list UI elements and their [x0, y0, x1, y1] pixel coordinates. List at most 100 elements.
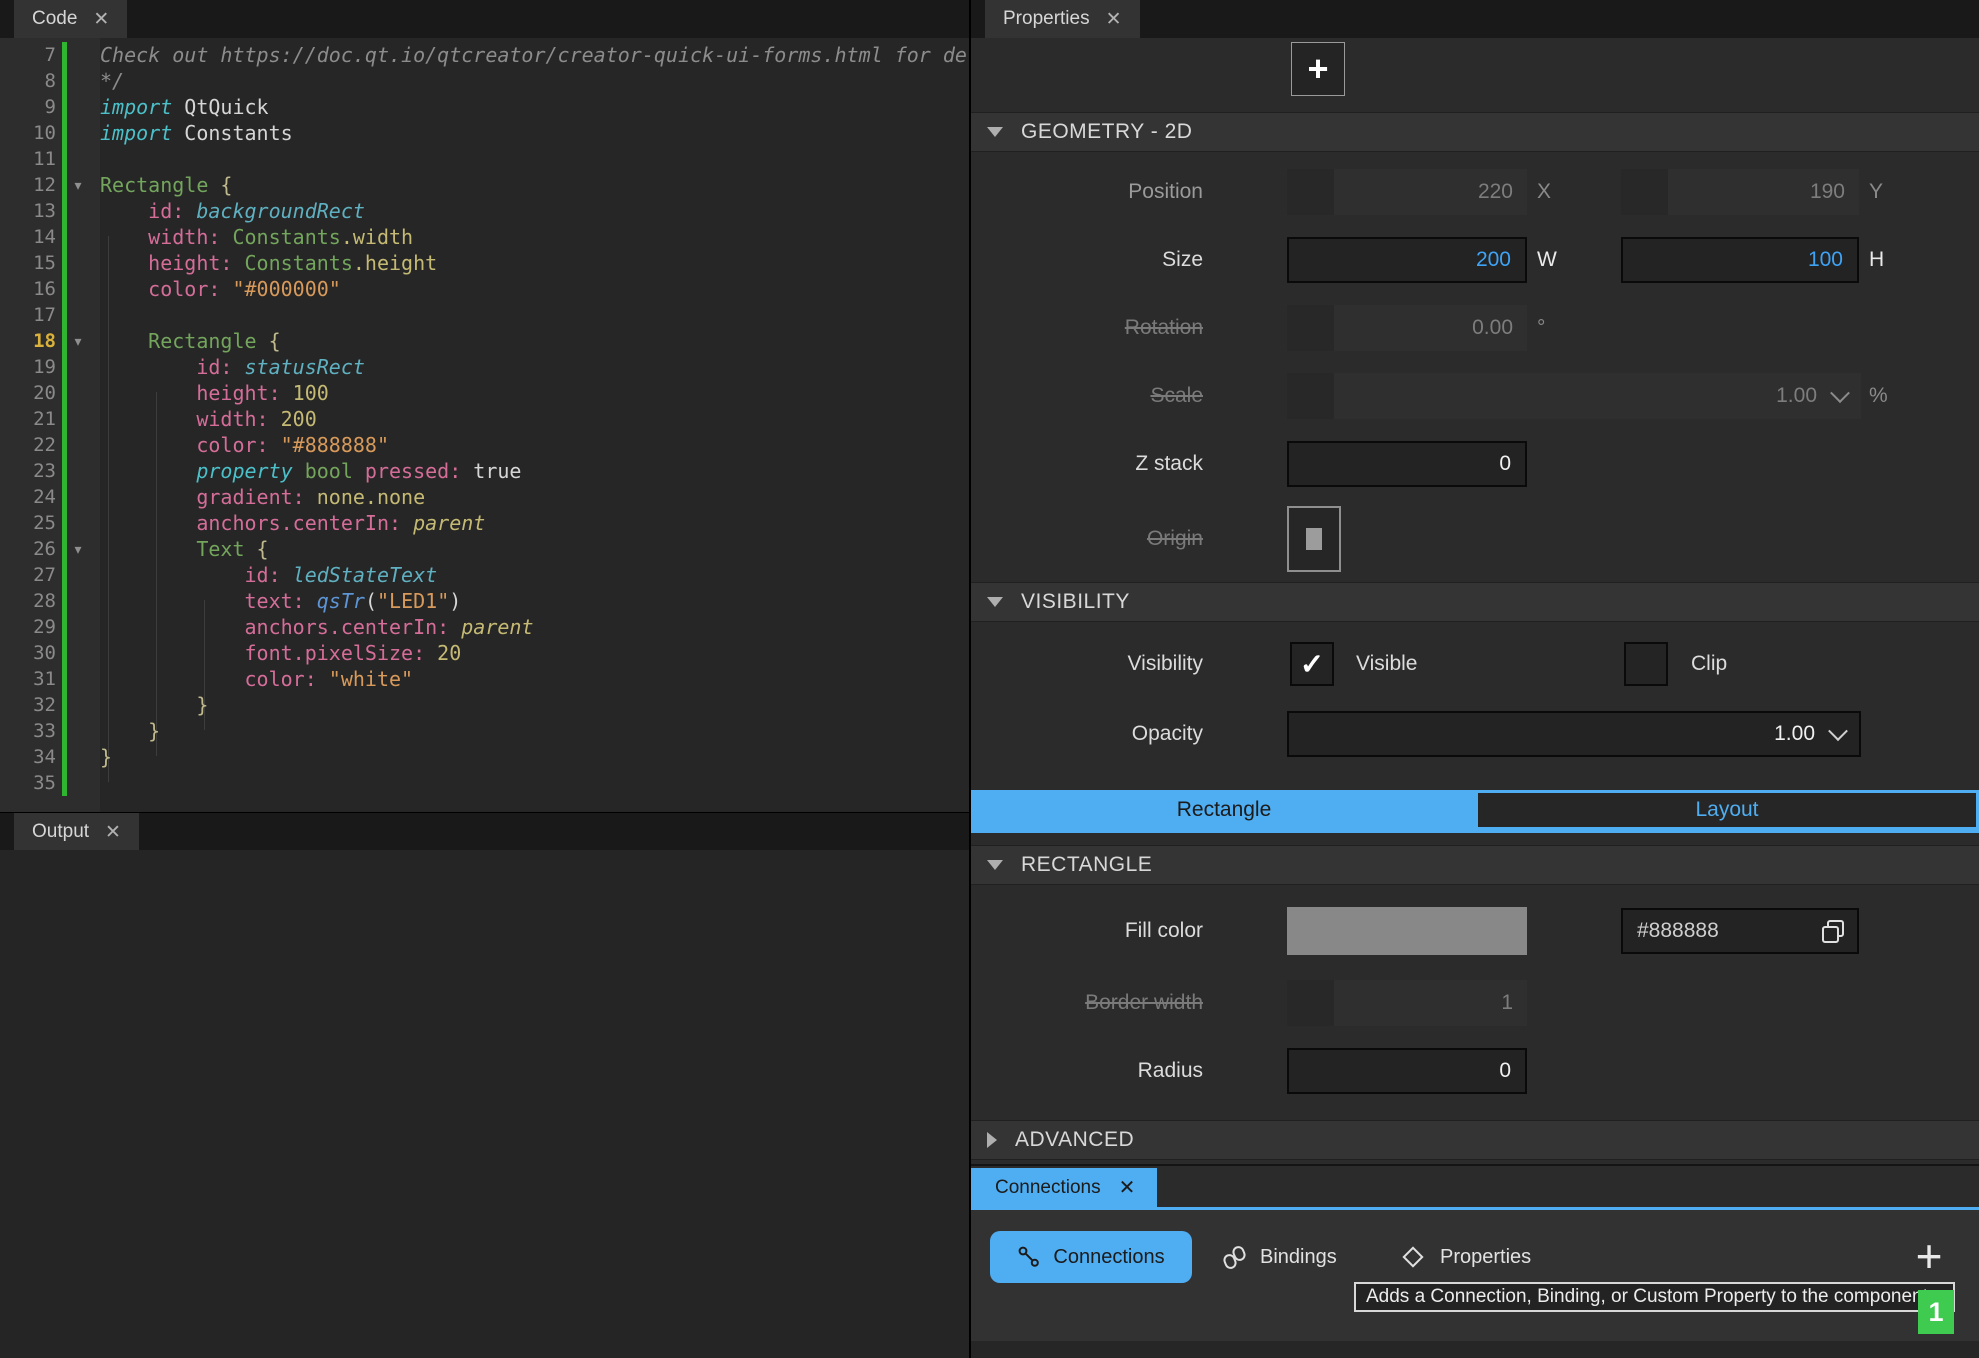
code-line[interactable]: 26▾ Text {	[0, 536, 969, 562]
rotation-field[interactable]: 0.00	[1287, 305, 1527, 351]
add-connection-button[interactable]: +	[1907, 1234, 1951, 1278]
line-number[interactable]: 27	[0, 564, 56, 586]
line-number[interactable]: 11	[0, 148, 56, 170]
tab-rectangle[interactable]: Rectangle	[971, 790, 1477, 830]
line-number[interactable]: 7	[0, 44, 56, 66]
properties-button[interactable]: Properties	[1398, 1231, 1531, 1283]
position-y-field[interactable]: 190	[1621, 169, 1859, 215]
connection-icon	[1017, 1245, 1041, 1269]
line-number[interactable]: 35	[0, 772, 56, 794]
origin-selector-button[interactable]	[1287, 506, 1341, 572]
fold-marker-icon[interactable]: ▾	[56, 172, 100, 198]
close-icon[interactable]: ✕	[105, 821, 121, 844]
visible-checkbox[interactable]: ✓	[1290, 642, 1334, 686]
code-line[interactable]: 11	[0, 146, 969, 172]
connections-button[interactable]: Connections	[990, 1231, 1192, 1283]
close-icon[interactable]: ✕	[93, 8, 109, 31]
code-line[interactable]: 15 height: Constants.height	[0, 250, 969, 276]
line-number[interactable]: 28	[0, 590, 56, 612]
line-number[interactable]: 17	[0, 304, 56, 326]
size-height-field[interactable]: 100	[1621, 237, 1859, 283]
code-line[interactable]: 13 id: backgroundRect	[0, 198, 969, 224]
section-header-advanced[interactable]: ADVANCED	[971, 1120, 1979, 1160]
code-line[interactable]: 9import QtQuick	[0, 94, 969, 120]
position-x-field[interactable]: 220	[1287, 169, 1527, 215]
tab-connections[interactable]: Connections ✕	[971, 1168, 1157, 1207]
chevron-down-icon[interactable]	[1828, 721, 1848, 741]
code-line[interactable]: 32 }	[0, 692, 969, 718]
line-number[interactable]: 10	[0, 122, 56, 144]
section-header-visibility[interactable]: VISIBILITY	[971, 582, 1979, 622]
radius-field[interactable]: 0	[1287, 1048, 1527, 1094]
copy-icon[interactable]	[1821, 919, 1845, 943]
size-width-field[interactable]: 200	[1287, 237, 1527, 283]
close-icon[interactable]: ✕	[1106, 8, 1122, 31]
line-number[interactable]: 32	[0, 694, 56, 716]
line-number[interactable]: 24	[0, 486, 56, 508]
code-line[interactable]: 30 font.pixelSize: 20	[0, 640, 969, 666]
line-number[interactable]: 19	[0, 356, 56, 378]
line-number[interactable]: 12	[0, 174, 56, 196]
code-line[interactable]: 31 color: "white"	[0, 666, 969, 692]
fill-color-hex-field[interactable]: #888888	[1621, 908, 1859, 954]
line-number[interactable]: 25	[0, 512, 56, 534]
code-line[interactable]: 35	[0, 770, 969, 796]
line-number[interactable]: 22	[0, 434, 56, 456]
tab-properties[interactable]: Properties ✕	[985, 0, 1140, 38]
add-property-button[interactable]: +	[1291, 42, 1345, 96]
code-line[interactable]: 28 text: qsTr("LED1")	[0, 588, 969, 614]
close-icon[interactable]: ✕	[1119, 1175, 1136, 1200]
clip-checkbox[interactable]	[1624, 642, 1668, 686]
tab-code[interactable]: Code ✕	[14, 0, 127, 38]
code-line[interactable]: 22 color: "#888888"	[0, 432, 969, 458]
code-line[interactable]: 24 gradient: none.none	[0, 484, 969, 510]
border-width-field[interactable]: 1	[1287, 980, 1527, 1026]
line-number[interactable]: 15	[0, 252, 56, 274]
line-number[interactable]: 34	[0, 746, 56, 768]
code-line[interactable]: 19 id: statusRect	[0, 354, 969, 380]
section-header-geometry[interactable]: GEOMETRY - 2D	[971, 112, 1979, 152]
code-line[interactable]: 25 anchors.centerIn: parent	[0, 510, 969, 536]
line-number[interactable]: 9	[0, 96, 56, 118]
code-line[interactable]: 33 }	[0, 718, 969, 744]
tab-output[interactable]: Output ✕	[14, 813, 139, 851]
line-number[interactable]: 29	[0, 616, 56, 638]
line-number[interactable]: 33	[0, 720, 56, 742]
code-line[interactable]: 21 width: 200	[0, 406, 969, 432]
scale-field[interactable]: 1.00	[1287, 373, 1861, 419]
code-line[interactable]: 34}	[0, 744, 969, 770]
code-line[interactable]: 16 color: "#000000"	[0, 276, 969, 302]
line-number[interactable]: 26	[0, 538, 56, 560]
tab-layout[interactable]: Layout	[1478, 793, 1976, 827]
line-number[interactable]: 8	[0, 70, 56, 92]
fold-marker-icon[interactable]: ▾	[56, 536, 100, 562]
code-line[interactable]: 10import Constants	[0, 120, 969, 146]
line-number[interactable]: 14	[0, 226, 56, 248]
line-number[interactable]: 13	[0, 200, 56, 222]
code-line[interactable]: 7Check out https://doc.qt.io/qtcreator/c…	[0, 42, 969, 68]
code-line[interactable]: 12▾Rectangle {	[0, 172, 969, 198]
line-number[interactable]: 21	[0, 408, 56, 430]
code-line[interactable]: 27 id: ledStateText	[0, 562, 969, 588]
code-line[interactable]: 29 anchors.centerIn: parent	[0, 614, 969, 640]
fold-marker-icon[interactable]: ▾	[56, 328, 100, 354]
opacity-field[interactable]: 1.00	[1287, 711, 1861, 757]
chevron-down-icon[interactable]	[1830, 383, 1850, 403]
code-line[interactable]: 23 property bool pressed: true	[0, 458, 969, 484]
line-number[interactable]: 20	[0, 382, 56, 404]
fill-color-swatch[interactable]	[1287, 907, 1527, 955]
line-number[interactable]: 31	[0, 668, 56, 690]
line-number[interactable]: 30	[0, 642, 56, 664]
code-line[interactable]: 14 width: Constants.width	[0, 224, 969, 250]
code-line[interactable]: 8*/	[0, 68, 969, 94]
line-number[interactable]: 23	[0, 460, 56, 482]
bindings-button[interactable]: Bindings	[1221, 1231, 1337, 1283]
code-line[interactable]: 17	[0, 302, 969, 328]
line-number[interactable]: 18	[0, 330, 56, 352]
line-number[interactable]: 16	[0, 278, 56, 300]
code-line[interactable]: 20 height: 100	[0, 380, 969, 406]
code-editor[interactable]: 7Check out https://doc.qt.io/qtcreator/c…	[0, 38, 969, 812]
zstack-field[interactable]: 0	[1287, 441, 1527, 487]
code-line[interactable]: 18▾ Rectangle {	[0, 328, 969, 354]
section-header-rectangle[interactable]: RECTANGLE	[971, 845, 1979, 885]
